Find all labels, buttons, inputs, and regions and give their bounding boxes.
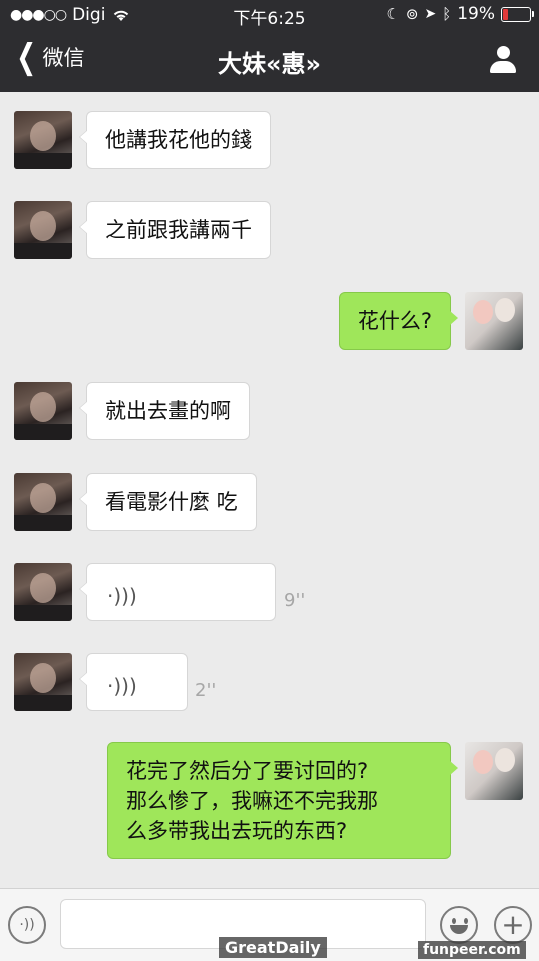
person-icon[interactable] — [489, 46, 517, 74]
rotation-lock-icon: ⊚ — [405, 5, 419, 23]
clock: 下午6:25 — [233, 9, 306, 29]
message-text: 就出去畫的啊 — [105, 399, 231, 423]
message-text: 之前跟我講兩千 — [105, 218, 252, 242]
my-avatar[interactable] — [465, 292, 523, 350]
my-avatar[interactable] — [465, 742, 523, 800]
voice-wave-icon: ·))) — [107, 674, 137, 698]
more-button[interactable]: + — [494, 906, 532, 944]
smiley-icon — [442, 908, 476, 942]
voice-input-button[interactable]: ·)) — [8, 906, 46, 944]
message-text-line: 那么惨了，我嘛还不完我那 — [126, 789, 378, 813]
voice-duration: 2'' — [195, 680, 217, 701]
battery-icon — [501, 6, 534, 22]
message-text-line: 花完了然后分了要讨回的? — [126, 759, 369, 783]
emoji-button[interactable] — [440, 906, 478, 944]
plus-icon: + — [501, 908, 525, 941]
message-bubble-outgoing[interactable]: 花完了然后分了要讨回的? 那么惨了，我嘛还不完我那 么多带我出去玩的东西? — [107, 742, 458, 859]
contact-avatar[interactable] — [14, 111, 72, 169]
message-text-line: 么多带我出去玩的东西? — [126, 819, 348, 843]
top-bar: ●●●○○ Digi 下午6:25 ☾ ⊚ ➤ ᛒ 19% ❮ 微信 大妹«惠» — [0, 0, 539, 92]
contact-avatar[interactable] — [14, 382, 72, 440]
navigation-bar: ❮ 微信 大妹«惠» — [0, 30, 539, 92]
watermark-funpeer: funpeer.com — [418, 941, 526, 959]
contact-avatar[interactable] — [14, 201, 72, 259]
voice-wave-icon: ·)) — [19, 917, 35, 933]
message-bubble-incoming[interactable]: 看電影什麼 吃 — [79, 473, 257, 531]
moon-icon: ☾ — [386, 5, 400, 23]
status-bar: ●●●○○ Digi 下午6:25 ☾ ⊚ ➤ ᛒ 19% — [0, 0, 539, 30]
chat-title: 大妹«惠» — [217, 50, 321, 78]
contact-avatar[interactable] — [14, 563, 72, 621]
battery-percent: 19% — [457, 4, 495, 24]
battery-level — [503, 8, 508, 20]
voice-message-bubble[interactable]: ·))) — [79, 653, 188, 711]
watermark-greatdaily: GreatDaily — [219, 937, 327, 958]
voice-message-bubble[interactable]: ·))) — [79, 563, 276, 621]
voice-duration: 9'' — [284, 590, 306, 611]
message-bubble-outgoing[interactable]: 花什么? — [338, 292, 459, 350]
voice-wave-icon: ·))) — [107, 584, 137, 608]
message-bubble-incoming[interactable]: 他講我花他的錢 — [79, 111, 271, 169]
message-text: 花什么? — [357, 309, 432, 333]
location-arrow-icon: ➤ — [424, 6, 437, 22]
message-bubble-incoming[interactable]: 之前跟我講兩千 — [79, 201, 271, 259]
bluetooth-icon: ᛒ — [442, 5, 452, 23]
message-bubble-incoming[interactable]: 就出去畫的啊 — [79, 382, 250, 440]
contact-avatar[interactable] — [14, 473, 72, 531]
message-text: 看電影什麼 吃 — [105, 490, 238, 514]
message-text: 他講我花他的錢 — [105, 128, 252, 152]
contact-avatar[interactable] — [14, 653, 72, 711]
